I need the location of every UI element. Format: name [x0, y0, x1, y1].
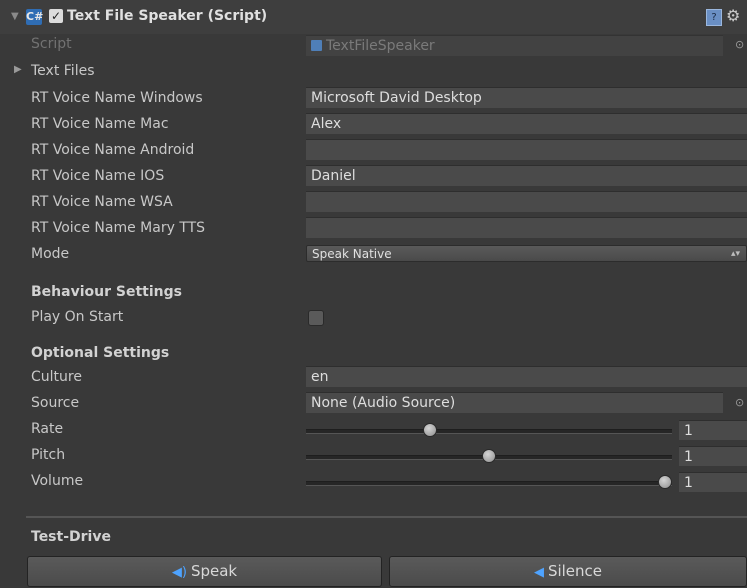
component-header: ▼ C# ✓ Text File Speaker (Script) ? ⚙	[0, 0, 747, 34]
speak-button[interactable]: ◀) Speak	[27, 556, 382, 587]
voice-ios-field[interactable]: Daniel	[306, 165, 747, 186]
pitch-value-field[interactable]: 1	[679, 446, 747, 466]
script-value: TextFileSpeaker	[326, 38, 435, 54]
collapse-arrow-icon[interactable]: ▼	[11, 11, 19, 22]
volume-slider-track[interactable]	[306, 481, 672, 486]
voice-wsa-field[interactable]	[306, 191, 747, 212]
rate-slider-track[interactable]	[306, 429, 672, 434]
silence-button[interactable]: ◀ Silence	[389, 556, 747, 587]
text-files-foldout[interactable]: Text Files	[31, 63, 95, 79]
speaker-icon: ◀)	[171, 565, 187, 580]
voice-android-field[interactable]	[306, 139, 747, 160]
voice-android-label: RT Voice Name Android	[31, 142, 195, 158]
culture-label: Culture	[31, 369, 82, 385]
rate-value-field[interactable]: 1	[679, 420, 747, 440]
voice-mac-label: RT Voice Name Mac	[31, 116, 169, 132]
pitch-label: Pitch	[31, 447, 66, 463]
source-label: Source	[31, 395, 80, 411]
play-on-start-label: Play On Start	[31, 309, 124, 325]
voice-ios-label: RT Voice Name IOS	[31, 168, 165, 184]
volume-label: Volume	[31, 473, 84, 489]
play-on-start-checkbox[interactable]	[308, 310, 324, 326]
object-picker-target-icon[interactable]: ⊙	[735, 396, 744, 409]
rate-label: Rate	[31, 421, 64, 437]
test-drive-heading: Test-Drive	[31, 529, 111, 545]
csharp-script-icon	[311, 40, 322, 51]
script-field: TextFileSpeaker	[306, 35, 723, 56]
mode-dropdown[interactable]: Speak Native ▴▾	[306, 245, 747, 262]
optional-settings-heading: Optional Settings	[31, 345, 170, 361]
voice-windows-label: RT Voice Name Windows	[31, 90, 203, 106]
speak-button-label: Speak	[190, 562, 238, 580]
culture-field[interactable]: en	[306, 366, 747, 387]
source-field[interactable]: None (Audio Source)	[306, 392, 723, 413]
mode-value: Speak Native	[312, 247, 392, 261]
help-book-icon[interactable]: ?	[706, 9, 722, 26]
speaker-icon: ◀	[533, 565, 544, 580]
object-picker-target-icon: ⊙	[735, 38, 745, 51]
voice-marytts-field[interactable]	[306, 217, 747, 238]
dropdown-arrows-icon: ▴▾	[730, 249, 740, 259]
component-title: Text File Speaker (Script)	[67, 8, 268, 24]
pitch-slider-thumb[interactable]	[482, 449, 496, 463]
script-label: Script	[31, 36, 72, 52]
mode-label: Mode	[31, 246, 70, 262]
volume-slider-thumb[interactable]	[658, 475, 672, 489]
silence-button-label: Silence	[547, 562, 603, 580]
rate-slider-thumb[interactable]	[423, 423, 438, 437]
voice-mac-field[interactable]: Alex	[306, 113, 747, 134]
voice-windows-field[interactable]: Microsoft David Desktop	[306, 87, 747, 108]
voice-wsa-label: RT Voice Name WSA	[31, 194, 173, 210]
voice-marytts-label: RT Voice Name Mary TTS	[31, 220, 206, 236]
volume-value-field[interactable]: 1	[679, 472, 747, 492]
behaviour-settings-heading: Behaviour Settings	[31, 284, 182, 300]
section-divider	[26, 516, 747, 518]
component-enabled-checkbox[interactable]: ✓	[49, 9, 63, 23]
gear-icon[interactable]: ⚙	[726, 6, 740, 25]
csharp-script-icon: C#	[26, 9, 44, 25]
expand-arrow-icon[interactable]: ▶	[14, 64, 22, 75]
